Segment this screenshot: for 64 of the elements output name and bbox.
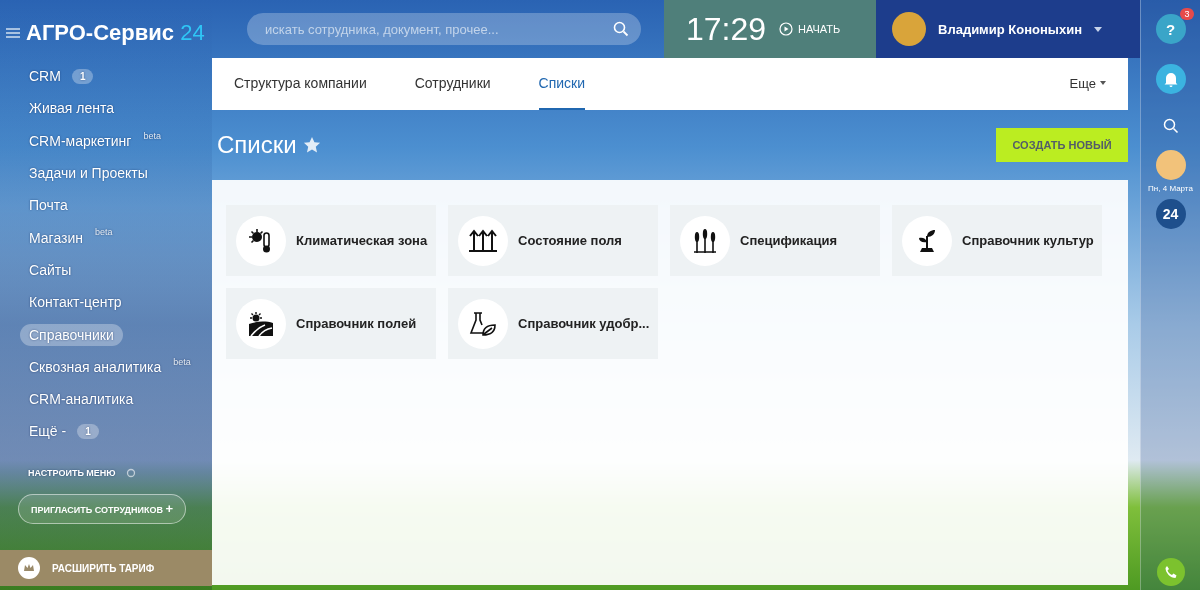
wheat-icon <box>692 227 718 254</box>
phone-button[interactable] <box>1156 558 1185 586</box>
list-card-label: Справочник удобр... <box>518 316 650 331</box>
user-avatar[interactable] <box>892 12 926 46</box>
search-icon[interactable] <box>1162 118 1179 134</box>
sidebar-item[interactable]: Задачи и Проекты <box>20 162 157 185</box>
sidebar-item[interactable]: CRM <box>20 65 70 88</box>
caret-icon[interactable] <box>1094 26 1102 32</box>
sidebar-item[interactable]: CRM-аналитика <box>20 388 143 411</box>
list-card[interactable]: Состояние поля <box>448 205 658 276</box>
list-card-label: Состояние поля <box>518 233 622 248</box>
configure-menu-link[interactable]: НАСТРОИТЬ МЕНЮ <box>28 467 116 478</box>
sidebar-item[interactable]: Справочники <box>20 323 123 346</box>
sidebar-item[interactable]: Ещё - <box>20 420 76 443</box>
list-card-label: Справочник культур <box>962 233 1094 248</box>
count-badge: 1 <box>71 68 94 84</box>
sidebar-item[interactable]: Сквозная аналитика <box>20 355 171 378</box>
sidebar-item[interactable]: CRM-маркетинг <box>20 129 141 152</box>
beta-label: beta <box>95 227 113 238</box>
list-card[interactable]: Справочник удобр... <box>448 288 658 359</box>
sidebar-item[interactable]: Почта <box>20 194 77 217</box>
list-card-label: Климатическая зона <box>296 233 428 248</box>
arrows-up-icon <box>468 227 498 254</box>
more-tab[interactable]: Еще <box>1069 58 1106 110</box>
count-badge: 1 <box>77 423 99 439</box>
beta-label: beta <box>143 130 161 141</box>
list-card-label: Справочник полей <box>296 316 417 331</box>
settings-icon[interactable] <box>125 467 136 478</box>
notification-badge: 3 <box>1180 8 1194 20</box>
play-icon[interactable] <box>779 22 794 36</box>
caret-icon <box>1100 81 1106 85</box>
app-logo[interactable]: АГРО-Сервис 24 <box>26 20 205 46</box>
star-icon[interactable] <box>302 136 321 154</box>
sidebar-item[interactable]: Контакт-центр <box>20 291 131 314</box>
list-card[interactable]: Климатическая зона <box>226 205 436 276</box>
list-card-label: Спецификация <box>740 233 838 248</box>
crown-icon <box>18 557 40 579</box>
contact-avatar[interactable] <box>1155 150 1186 180</box>
field-sun-icon <box>248 310 274 337</box>
sidebar-item[interactable]: Магазин <box>20 226 92 249</box>
menu-icon[interactable] <box>6 28 20 38</box>
help-button[interactable]: ? <box>1155 14 1186 44</box>
tab[interactable]: Списки <box>538 58 586 110</box>
flask-leaf-icon <box>469 310 497 337</box>
date-label: Пн, 4 Марта <box>1148 184 1193 193</box>
sidebar-item[interactable]: Живая лента <box>20 97 123 120</box>
list-card[interactable]: Справочник культур <box>892 205 1102 276</box>
invite-button[interactable]: ПРИГЛАСИТЬ СОТРУДНИКОВ + <box>18 493 186 524</box>
page-title: Списки <box>217 131 297 159</box>
list-card[interactable]: Спецификация <box>670 205 880 276</box>
beta-label: beta <box>173 356 191 367</box>
create-button[interactable]: СОЗДАТЬ НОВЫЙ <box>996 128 1128 162</box>
tab[interactable]: Структура компании <box>234 58 367 110</box>
app-logo-badge[interactable]: 24 <box>1155 199 1186 229</box>
upgrade-bar[interactable]: РАСШИРИТЬ ТАРИФ <box>0 550 212 586</box>
list-card[interactable]: Справочник полей <box>226 288 436 359</box>
tab[interactable]: Сотрудники <box>414 58 491 110</box>
search-icon[interactable] <box>613 21 629 37</box>
start-button[interactable]: НАЧАТЬ <box>798 23 841 35</box>
sidebar-item[interactable]: Сайты <box>20 258 81 281</box>
upgrade-label: РАСШИРИТЬ ТАРИФ <box>52 562 155 574</box>
bell-icon[interactable] <box>1155 64 1186 94</box>
clock-time: 17:29 <box>686 10 767 48</box>
user-name[interactable]: Владимир Кононыхин <box>938 21 1082 37</box>
